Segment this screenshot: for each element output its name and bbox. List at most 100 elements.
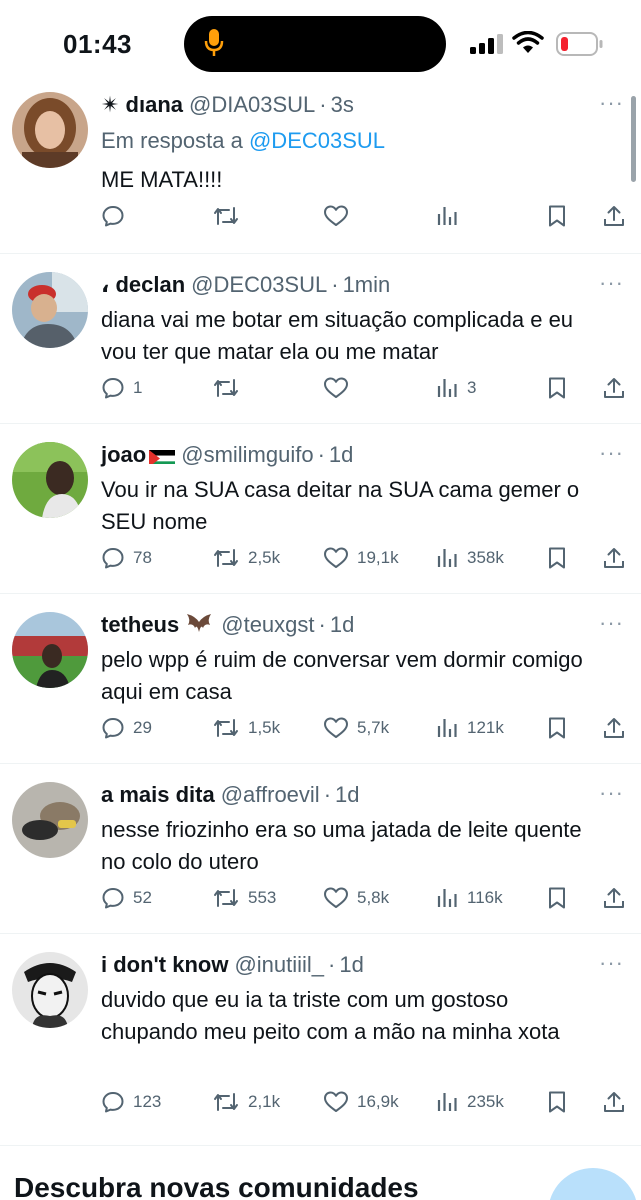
- reply-mention[interactable]: @DEC03SUL: [249, 128, 385, 153]
- tweet[interactable]: ، declan @DEC03SUL · 1min ··· diana vai …: [0, 254, 641, 424]
- timestamp[interactable]: 3s: [331, 92, 354, 118]
- more-icon[interactable]: ···: [599, 440, 624, 466]
- retweet-count: 1,5k: [248, 718, 281, 737]
- reply-icon: [102, 1092, 124, 1113]
- username[interactable]: @teuxgst: [221, 612, 314, 638]
- username[interactable]: @inutiiil_: [234, 952, 324, 978]
- share-icon: [604, 718, 624, 738]
- share-button[interactable]: [602, 886, 626, 910]
- views-button[interactable]: 3: [435, 376, 476, 400]
- views-button[interactable]: 121k: [435, 716, 504, 740]
- bookmark-button[interactable]: [546, 1090, 568, 1114]
- username[interactable]: @affroevil: [221, 782, 320, 808]
- avatar[interactable]: [12, 442, 88, 518]
- bookmark-button[interactable]: [546, 546, 568, 570]
- tweet-text: duvido que eu ia ta triste com um gostos…: [101, 987, 560, 1044]
- like-button[interactable]: 5,7k: [323, 716, 389, 740]
- display-name[interactable]: tetheus: [101, 612, 179, 638]
- tweet-actions: 78 2,5k 19,1k 358k: [0, 546, 641, 576]
- palestine-flag-icon: [149, 447, 176, 464]
- views-icon: [437, 207, 457, 225]
- views-button[interactable]: [435, 204, 467, 228]
- avatar[interactable]: [12, 272, 88, 348]
- more-icon[interactable]: ···: [599, 90, 624, 116]
- display-name[interactable]: ، declan: [101, 272, 185, 298]
- views-count: 3: [467, 378, 477, 397]
- share-button[interactable]: [602, 204, 626, 228]
- reply-button[interactable]: 123: [101, 1090, 161, 1114]
- tweet-actions: 52 553 5,8k 116k: [0, 886, 641, 916]
- timestamp[interactable]: 1d: [339, 952, 363, 978]
- reply-icon: [102, 206, 124, 227]
- retweet-button[interactable]: 2,1k: [212, 1090, 280, 1114]
- views-button[interactable]: 358k: [435, 546, 504, 570]
- views-count: 121k: [467, 718, 504, 737]
- like-icon: [324, 547, 348, 568]
- username[interactable]: @smilimguifo: [181, 442, 313, 468]
- like-button[interactable]: 5,8k: [323, 886, 389, 910]
- username[interactable]: @DEC03SUL: [191, 272, 327, 298]
- tweet[interactable]: joao @smilimguifo · 1d ··· Vou ir na SUA…: [0, 424, 641, 594]
- display-name[interactable]: i don't know: [101, 952, 228, 978]
- like-button[interactable]: 19,1k: [323, 546, 399, 570]
- bookmark-button[interactable]: [546, 376, 568, 400]
- share-button[interactable]: [602, 376, 626, 400]
- reply-button[interactable]: 52: [101, 886, 152, 910]
- timestamp[interactable]: 1d: [335, 782, 359, 808]
- more-icon[interactable]: ···: [599, 270, 624, 296]
- bookmark-icon: [549, 547, 565, 569]
- avatar[interactable]: [12, 782, 88, 858]
- username[interactable]: @DIA03SUL: [189, 92, 315, 118]
- share-button[interactable]: [602, 716, 626, 740]
- views-button[interactable]: 116k: [435, 886, 503, 910]
- retweet-button[interactable]: 2,5k: [212, 546, 280, 570]
- retweet-button[interactable]: 553: [212, 886, 276, 910]
- reply-button[interactable]: 1: [101, 376, 142, 400]
- avatar[interactable]: [12, 92, 88, 168]
- bookmark-button[interactable]: [546, 716, 568, 740]
- reply-count: 52: [133, 888, 152, 907]
- like-button[interactable]: 16,9k: [323, 1090, 399, 1114]
- avatar[interactable]: [12, 612, 88, 688]
- share-icon: [604, 548, 624, 568]
- timestamp[interactable]: 1d: [329, 442, 353, 468]
- tweet[interactable]: i don't know @inutiiil_ · 1d ··· duvido …: [0, 934, 641, 1146]
- separator: ·: [323, 782, 332, 807]
- reply-button[interactable]: 78: [101, 546, 152, 570]
- share-button[interactable]: [602, 1090, 626, 1114]
- views-button[interactable]: 235k: [435, 1090, 504, 1114]
- retweet-button[interactable]: 1,5k: [212, 716, 280, 740]
- timestamp[interactable]: 1min: [343, 272, 391, 298]
- section-title: Descubra novas comunidades: [14, 1172, 419, 1200]
- bookmark-button[interactable]: [546, 886, 568, 910]
- display-name[interactable]: a mais dita: [101, 782, 215, 808]
- tweet[interactable]: a mais dita @affroevil · 1d ··· nesse fr…: [0, 764, 641, 934]
- tweet-actions: 123 2,1k 16,9k 235k: [0, 1090, 641, 1120]
- reply-button[interactable]: 29: [101, 716, 152, 740]
- tweet-text: nesse friozinho era so uma jatada de lei…: [101, 817, 582, 874]
- reply-count: 29: [133, 718, 152, 737]
- status-time: 01:43: [63, 29, 132, 59]
- retweet-button[interactable]: [212, 204, 248, 228]
- display-name[interactable]: joao: [101, 442, 146, 468]
- like-button[interactable]: [323, 204, 357, 228]
- tweet-actions: [0, 204, 641, 234]
- more-icon[interactable]: ···: [599, 780, 624, 806]
- bookmark-icon: [549, 205, 565, 227]
- avatar[interactable]: [12, 952, 88, 1028]
- retweet-count: 2,5k: [248, 548, 281, 567]
- like-count: 19,1k: [357, 548, 399, 567]
- reply-icon: [102, 888, 124, 909]
- bookmark-button[interactable]: [546, 204, 568, 228]
- timestamp[interactable]: 1d: [330, 612, 354, 638]
- reply-button[interactable]: [101, 204, 133, 228]
- more-icon[interactable]: ···: [599, 950, 624, 976]
- retweet-button[interactable]: [212, 376, 248, 400]
- tweet[interactable]: tetheus @teuxgst · 1d ··· pelo wpp é rui…: [0, 594, 641, 764]
- more-icon[interactable]: ···: [599, 610, 624, 636]
- compose-button[interactable]: [548, 1168, 638, 1200]
- share-button[interactable]: [602, 546, 626, 570]
- tweet[interactable]: ✴ dıana @DIA03SUL · 3s ··· Em resposta a…: [0, 88, 641, 254]
- display-name[interactable]: ✴ dıana: [101, 92, 183, 118]
- like-button[interactable]: [323, 376, 357, 400]
